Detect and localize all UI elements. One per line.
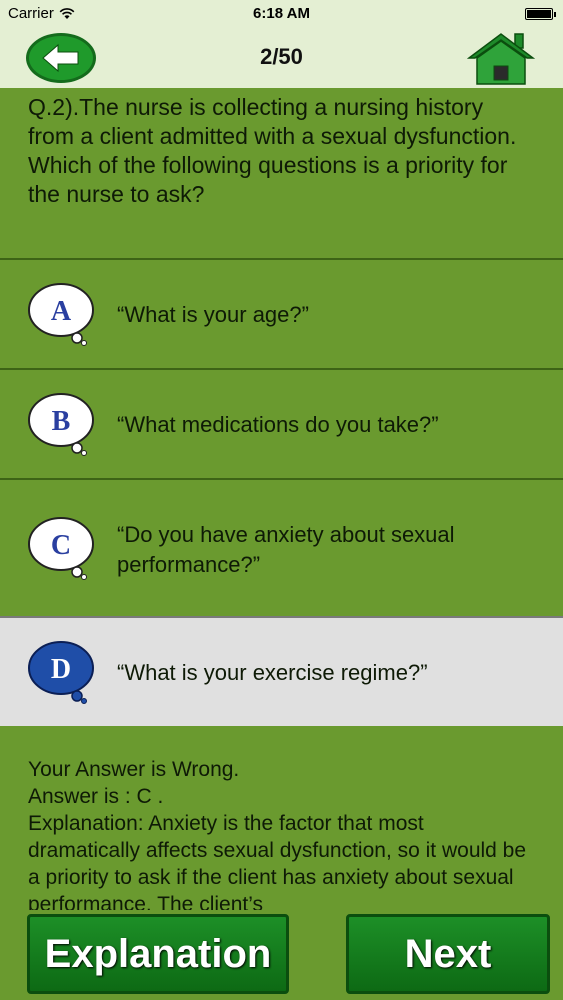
option-a[interactable]: A “What is your age?” xyxy=(0,258,563,368)
next-button[interactable]: Next xyxy=(346,914,550,994)
letter-bubble-a-icon: A xyxy=(28,283,94,346)
letter-bubble-c-icon: C xyxy=(28,517,94,580)
letter-bubble-d-icon: D xyxy=(28,641,94,704)
option-c[interactable]: C “Do you have anxiety about sexual perf… xyxy=(0,478,563,616)
option-letter: C xyxy=(51,530,71,561)
option-letter: B xyxy=(52,406,71,437)
option-text: “Do you have anxiety about sexual perfor… xyxy=(117,522,455,577)
option-b[interactable]: B “What medications do you take?” xyxy=(0,368,563,478)
correct-answer: Answer is : C . xyxy=(28,785,164,808)
explanation-panel: Your Answer is Wrong. Answer is : C . Ex… xyxy=(0,726,563,910)
status-bar: Carrier 6:18 AM xyxy=(0,0,563,28)
option-d[interactable]: D “What is your exercise regime?” xyxy=(0,616,563,726)
status-time: 6:18 AM xyxy=(253,5,310,22)
explanation-text: Explanation: Anxiety is the factor that … xyxy=(28,812,527,910)
explanation-button[interactable]: Explanation xyxy=(27,914,289,994)
home-button[interactable] xyxy=(466,30,536,86)
result-verdict: Your Answer is Wrong. xyxy=(28,758,240,781)
option-text: “What is your age?” xyxy=(117,302,309,327)
nav-bar: 2/50 xyxy=(0,28,563,88)
option-text: “What medications do you take?” xyxy=(117,412,439,437)
option-text: “What is your exercise regime?” xyxy=(117,660,428,685)
battery-icon xyxy=(525,8,556,20)
option-letter: D xyxy=(51,654,71,685)
letter-bubble-b-icon: B xyxy=(28,393,94,456)
option-letter: A xyxy=(51,296,72,327)
home-icon xyxy=(466,33,536,85)
question-text: Q.2).The nurse is collecting a nursing h… xyxy=(28,94,517,207)
